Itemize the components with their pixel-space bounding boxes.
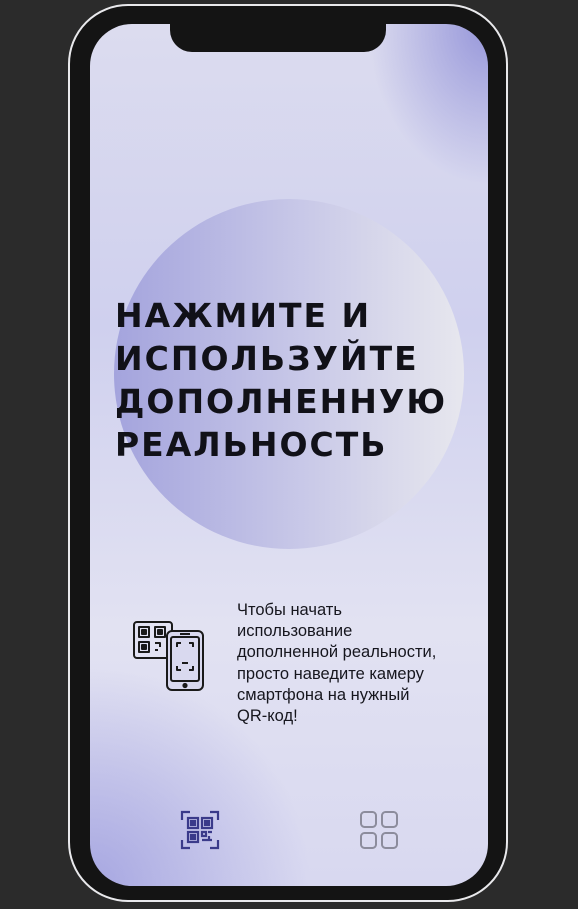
qr-phone-scan-icon <box>130 619 206 695</box>
title-line: ИСПОЛЬЗУЙТЕ <box>115 339 419 378</box>
grid-menu-nav-button[interactable] <box>359 810 399 850</box>
instructions-line: QR-код! <box>237 707 298 726</box>
instructions-text: Чтобы начать использование дополненной р… <box>237 600 472 727</box>
instructions-line: дополненной реальности, <box>237 643 437 662</box>
stage: НАЖМИТЕ И ИСПОЛЬЗУЙТЕ ДОПОЛНЕННУЮ РЕАЛЬН… <box>0 0 578 909</box>
title-line: РЕАЛЬНОСТЬ <box>115 425 388 464</box>
instructions-line: Чтобы начать <box>237 601 342 619</box>
qr-scan-nav-button[interactable] <box>180 810 220 850</box>
instructions-line: использование <box>237 622 353 641</box>
title-line: НАЖМИТЕ И <box>115 296 372 335</box>
page-title: НАЖМИТЕ И ИСПОЛЬЗУЙТЕ ДОПОЛНЕННУЮ РЕАЛЬН… <box>115 294 475 466</box>
instructions-line: просто наведите камеру <box>237 664 424 683</box>
instructions-line: смартфона на нужный <box>237 685 410 704</box>
phone-notch <box>170 10 386 52</box>
title-line: ДОПОЛНЕННУЮ <box>115 382 448 421</box>
grid-menu-icon <box>360 811 398 849</box>
qr-scan-icon <box>180 810 220 850</box>
